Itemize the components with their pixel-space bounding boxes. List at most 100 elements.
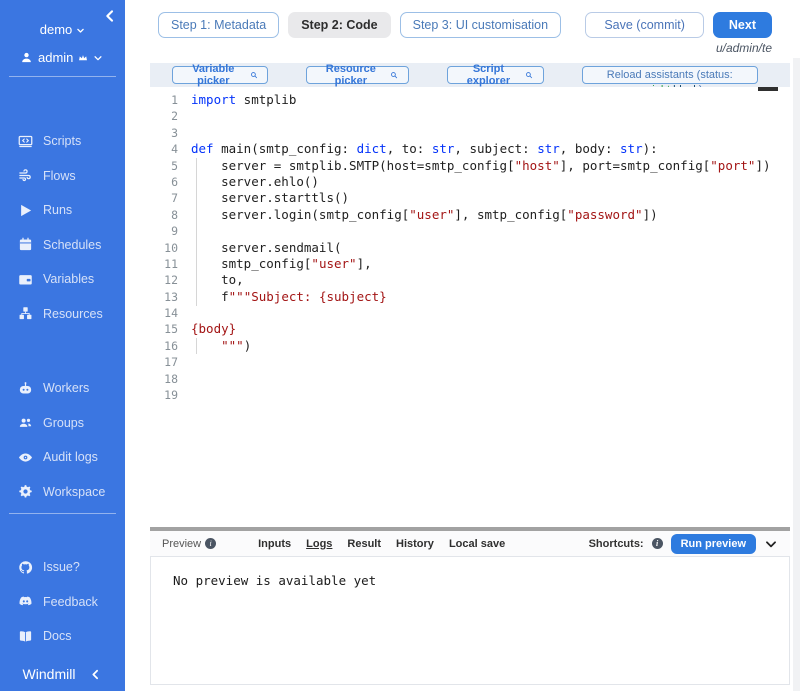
variable-picker-button[interactable]: Variable picker	[172, 66, 268, 84]
sidebar-item-feedback[interactable]: Feedback	[0, 585, 125, 620]
reload-assistants-button[interactable]: Reload assistants (status: pyright black…	[582, 66, 758, 84]
username: admin	[38, 50, 73, 65]
indent-guide	[196, 158, 197, 306]
step-tab-step-3-ui-customisation[interactable]: Step 3: UI customisation	[400, 12, 561, 38]
code-line-12: 12 to,	[150, 272, 790, 288]
sidebar-item-label: Flows	[43, 169, 76, 183]
preview-tabs: Inputs Logs Result History Local save	[258, 538, 505, 550]
page-scrollbar[interactable]	[793, 58, 800, 691]
preview-tab-result[interactable]: Result	[347, 538, 381, 550]
run-preview-button[interactable]: Run preview	[671, 534, 756, 554]
resource-picker-button[interactable]: Resource picker	[306, 66, 409, 84]
brand-windmill: Windmill	[23, 666, 76, 682]
next-button[interactable]: Next	[713, 12, 772, 38]
code-icon	[18, 134, 33, 149]
chevron-down-icon	[93, 53, 103, 63]
code-line-15: 15{body}	[150, 321, 790, 337]
line-number: 7	[150, 190, 178, 206]
shortcuts-label: Shortcuts:	[589, 538, 644, 550]
step-tab-step-2-code[interactable]: Step 2: Code	[288, 12, 390, 38]
line-content: """)	[178, 338, 251, 354]
line-content	[178, 108, 191, 124]
group-icon	[18, 415, 33, 430]
preview-tab-local-save[interactable]: Local save	[449, 538, 505, 550]
preview-panel: No preview is available yet	[150, 557, 790, 685]
sidebar-item-docs[interactable]: Docs	[0, 619, 125, 654]
search-icon	[525, 70, 533, 80]
line-content: import smtplib	[178, 92, 296, 108]
code-line-9: 9	[150, 223, 790, 239]
code-line-1: 1import smtplib	[150, 92, 790, 108]
code-line-14: 14	[150, 305, 790, 321]
discord-icon	[18, 594, 33, 609]
preview-tab-inputs[interactable]: Inputs	[258, 538, 291, 550]
sidebar-item-flows[interactable]: Flows	[0, 159, 125, 194]
preview-tab-history[interactable]: History	[396, 538, 434, 550]
code-line-10: 10 server.sendmail(	[150, 240, 790, 256]
line-number: 15	[150, 321, 178, 337]
line-content	[178, 223, 191, 239]
user-menu[interactable]: admin	[0, 37, 125, 76]
line-number: 2	[150, 108, 178, 124]
script-explorer-button[interactable]: Script explorer	[447, 66, 543, 84]
sidebar-item-schedules[interactable]: Schedules	[0, 228, 125, 263]
calendar-icon	[18, 237, 33, 252]
line-content	[178, 125, 191, 141]
save-commit-button[interactable]: Save (commit)	[585, 12, 704, 38]
minimap-slider[interactable]	[758, 87, 778, 91]
line-content: {body}	[178, 321, 236, 337]
line-content: server.ehlo()	[178, 174, 319, 190]
code-line-13: 13 f"""Subject: {subject}	[150, 289, 790, 305]
sidebar-item-groups[interactable]: Groups	[0, 406, 125, 441]
sidebar-item-audit-logs[interactable]: Audit logs	[0, 440, 125, 475]
code-line-18: 18	[150, 371, 790, 387]
line-content	[178, 371, 191, 387]
topbar-actions: Save (commit) Next	[585, 12, 772, 38]
code-editor[interactable]: 1import smtplib234def main(smtp_config: …	[150, 87, 790, 527]
sidebar-divider	[9, 513, 116, 514]
code-line-3: 3	[150, 125, 790, 141]
sidebar-item-label: Runs	[43, 203, 72, 217]
line-number: 1	[150, 92, 178, 108]
topbar: Step 1: Metadata Step 2: Code Step 3: UI c…	[150, 12, 790, 38]
brand-row: Windmill	[0, 666, 125, 682]
sidebar-nav-main: Scripts Flows Runs Schedules VariablesResour…	[0, 124, 125, 331]
workspace-icon	[18, 484, 33, 499]
sidebar-item-runs[interactable]: Runs	[0, 193, 125, 228]
sidebar-item-label: Schedules	[43, 238, 101, 252]
step-tabs: Step 1: Metadata Step 2: Code Step 3: UI c…	[158, 12, 561, 38]
sidebar-item-variables[interactable]: Variables	[0, 262, 125, 297]
line-number: 19	[150, 387, 178, 403]
search-icon	[250, 70, 258, 80]
play-icon	[18, 203, 33, 218]
sidebar-item-workspace[interactable]: Workspace	[0, 475, 125, 510]
script-path: u/admin/te	[150, 41, 772, 55]
audit-icon	[18, 450, 33, 465]
sidebar-collapse-button[interactable]	[101, 8, 119, 26]
info-icon[interactable]: i	[205, 538, 216, 549]
workspace-name: demo	[40, 22, 73, 37]
chevron-down-icon[interactable]	[764, 537, 778, 551]
sidebar-item-resources[interactable]: Resources	[0, 297, 125, 332]
line-content: server.login(smtp_config["user"], smtp_c…	[178, 207, 658, 223]
chevron-left-icon	[102, 8, 118, 24]
picker-label: Script explorer	[458, 63, 519, 87]
line-content	[178, 354, 191, 370]
preview-tab-logs[interactable]: Logs	[306, 538, 332, 550]
line-content: server = smtplib.SMTP(host=smtp_config["…	[178, 158, 771, 174]
chevron-left-icon[interactable]	[89, 668, 102, 681]
sidebar-item-issue[interactable]: Issue?	[0, 550, 125, 585]
line-number: 10	[150, 240, 178, 256]
sidebar-item-scripts[interactable]: Scripts	[0, 124, 125, 159]
line-content: f"""Subject: {subject}	[178, 289, 387, 305]
code-line-6: 6 server.ehlo()	[150, 174, 790, 190]
step-tab-step-1-metadata[interactable]: Step 1: Metadata	[158, 12, 279, 38]
line-number: 16	[150, 338, 178, 354]
sidebar: demo admin Scripts Flows Runs Schedules Vari…	[0, 0, 125, 691]
variable-icon	[18, 272, 33, 287]
info-icon[interactable]: i	[652, 538, 663, 549]
line-content: server.sendmail(	[178, 240, 342, 256]
line-number: 6	[150, 174, 178, 190]
sidebar-item-workers[interactable]: Workers	[0, 371, 125, 406]
line-content	[178, 387, 191, 403]
